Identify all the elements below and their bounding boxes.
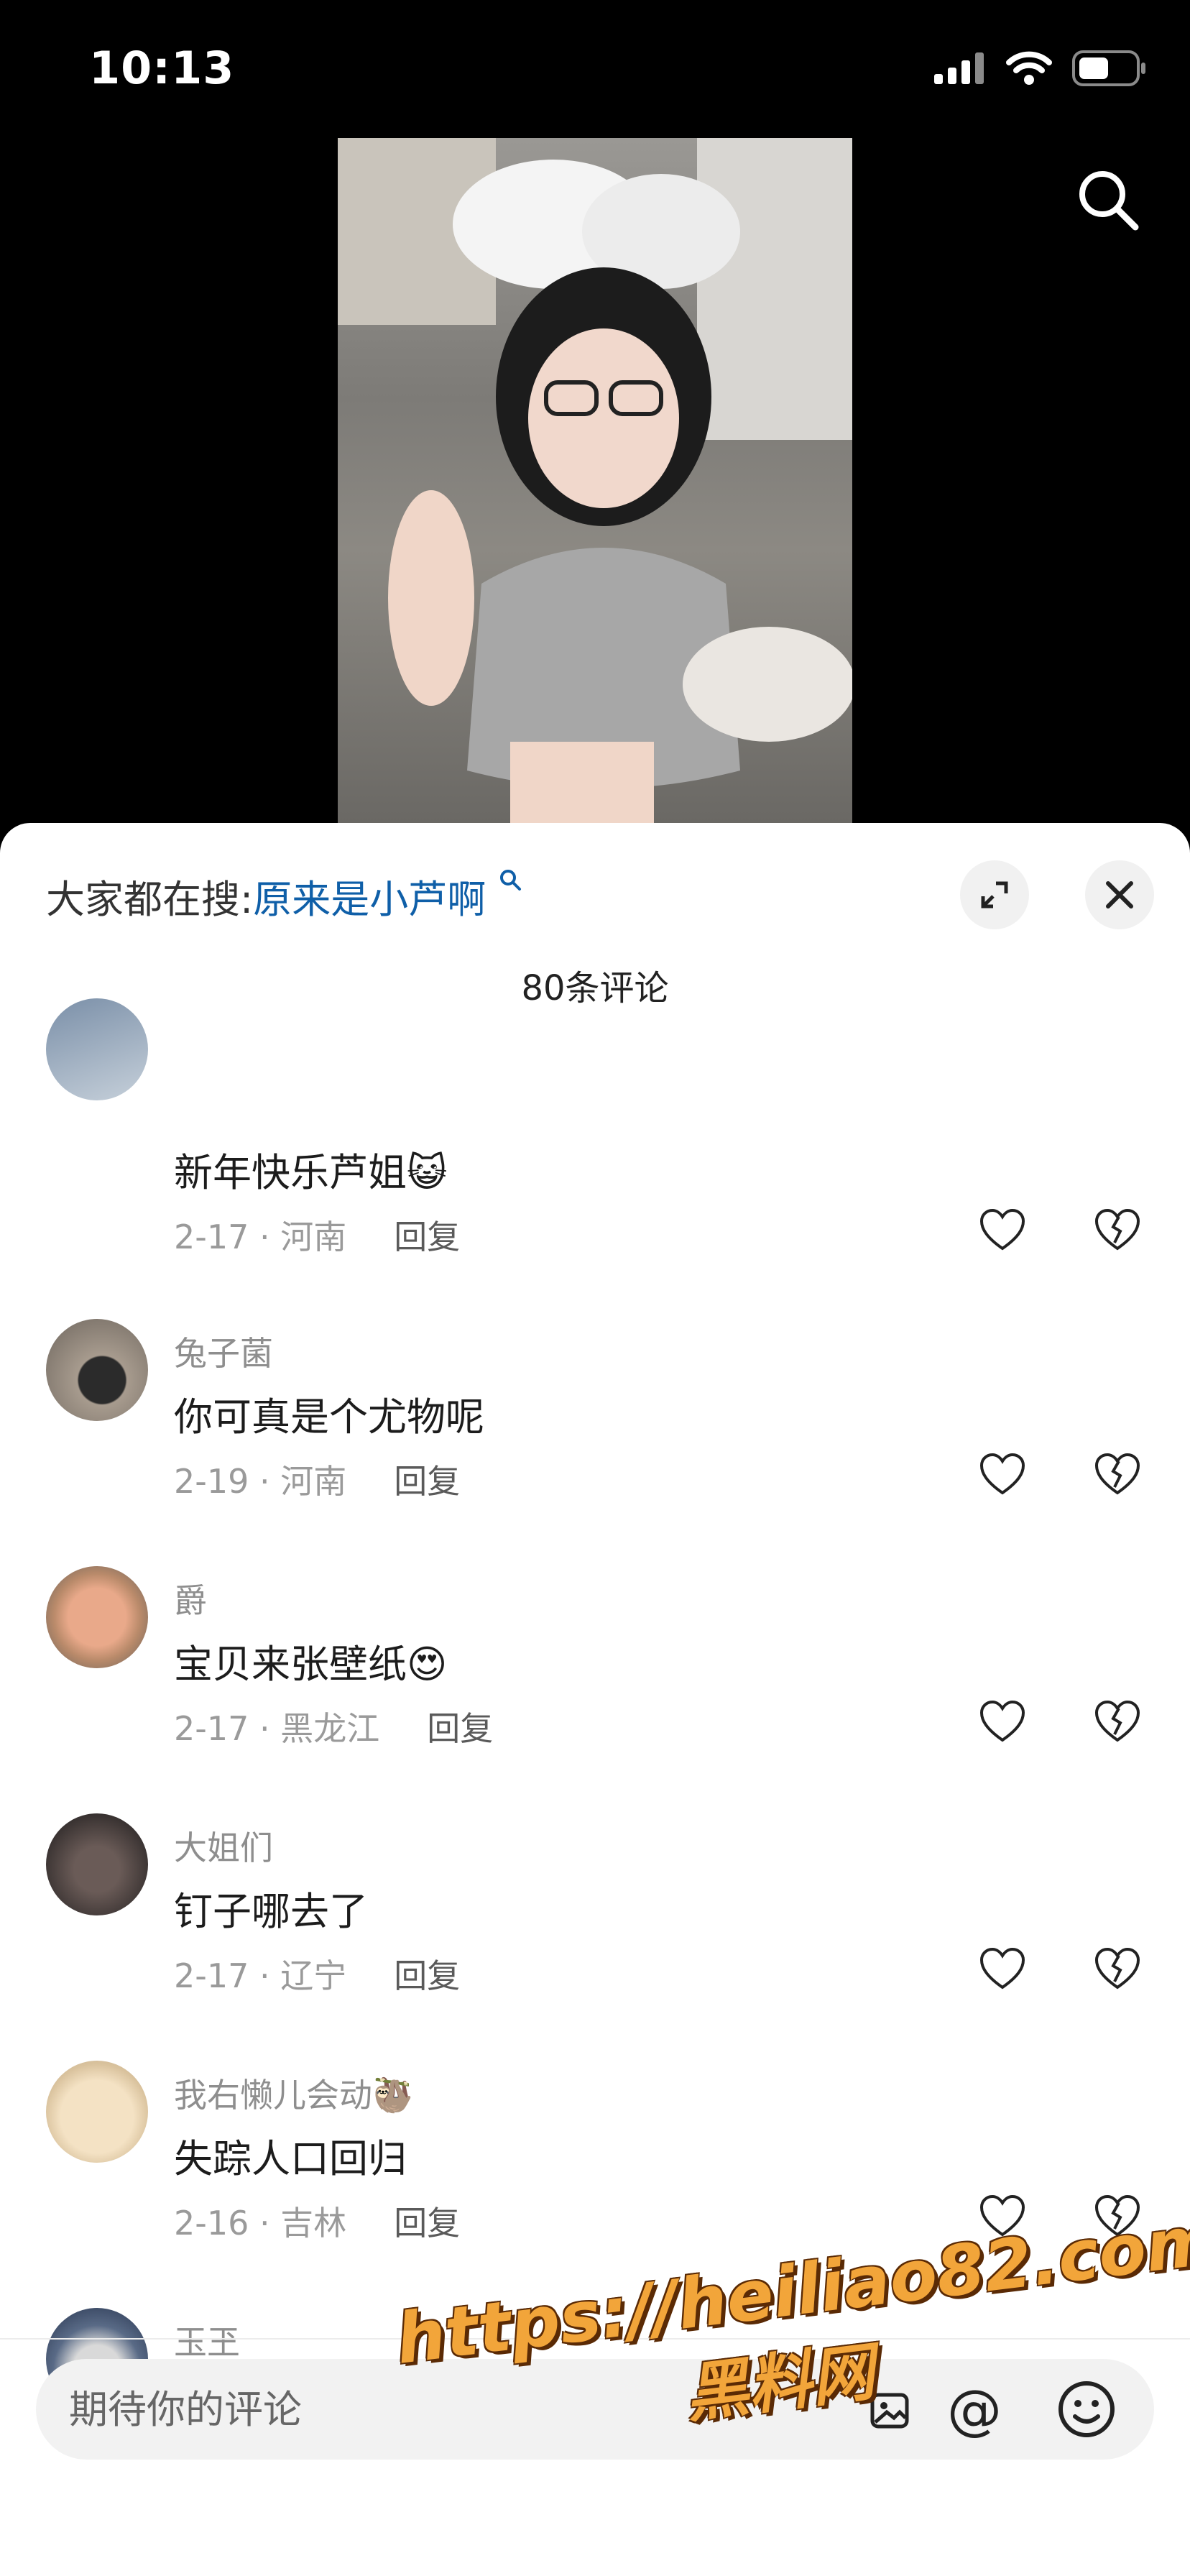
expand-icon — [981, 881, 1008, 908]
comment-username[interactable]: 玉玊 — [174, 2317, 240, 2364]
video-player[interactable] — [338, 138, 852, 824]
trending-search[interactable]: 大家都在搜:原来是小芦啊 — [46, 868, 522, 924]
expand-button[interactable] — [960, 860, 1029, 929]
avatar[interactable] — [46, 998, 148, 1100]
comment-item: 我右懒儿会动🦥 失踪人口回归 2-16 · 吉林 回复 — [0, 1953, 1190, 2242]
avatar[interactable] — [46, 2061, 148, 2163]
video-frame-image — [338, 138, 852, 824]
avatar[interactable] — [46, 1319, 148, 1421]
comment-count: 80条评论 — [521, 968, 669, 1008]
wifi-icon — [1006, 51, 1052, 85]
trending-prefix: 大家都在搜: — [46, 877, 254, 922]
status-bar: 10:13 — [0, 0, 1190, 137]
comment-item: 大姐们 钉子哪去了 2-17 · 辽宁 回复 — [0, 1706, 1190, 1995]
avatar[interactable] — [46, 1566, 148, 1668]
comment-text: 宝贝来张壁纸😍 — [174, 1642, 448, 1687]
comment-username[interactable]: 我右懒儿会动🦥 — [174, 2069, 413, 2117]
comment-username[interactable]: 兔子菌 — [174, 1328, 273, 1375]
status-icons — [934, 50, 1147, 86]
comment-text: 你可真是个尤物呢 — [174, 1394, 484, 1440]
close-button[interactable] — [1085, 860, 1154, 929]
comment-text: 新年快乐芦姐😺 — [174, 1150, 448, 1195]
cellular-signal-icon — [934, 52, 984, 84]
status-time: 10:13 — [89, 42, 235, 94]
comment-item: 兔子菌 你可真是个尤物呢 2-19 · 河南 回复 — [0, 1211, 1190, 1501]
close-icon — [1106, 881, 1133, 908]
comment-username[interactable]: 爵 — [174, 1575, 207, 1622]
trending-keyword[interactable]: 原来是小芦啊 — [253, 877, 486, 922]
battery-icon — [1072, 50, 1145, 86]
comment-username[interactable]: 大姐们 — [174, 1822, 273, 1869]
avatar[interactable] — [46, 1813, 148, 1915]
comment-text: 钉子哪去了 — [174, 1889, 368, 1934]
trending-search-icon — [500, 870, 522, 891]
comment-item: 爵 宝贝来张壁纸😍 2-17 · 黑龙江 回复 — [0, 1458, 1190, 1748]
search-icon[interactable] — [1074, 165, 1143, 234]
bottom-safe-area — [0, 2468, 1190, 2576]
comment-text: 失踪人口回归 — [174, 2136, 407, 2181]
